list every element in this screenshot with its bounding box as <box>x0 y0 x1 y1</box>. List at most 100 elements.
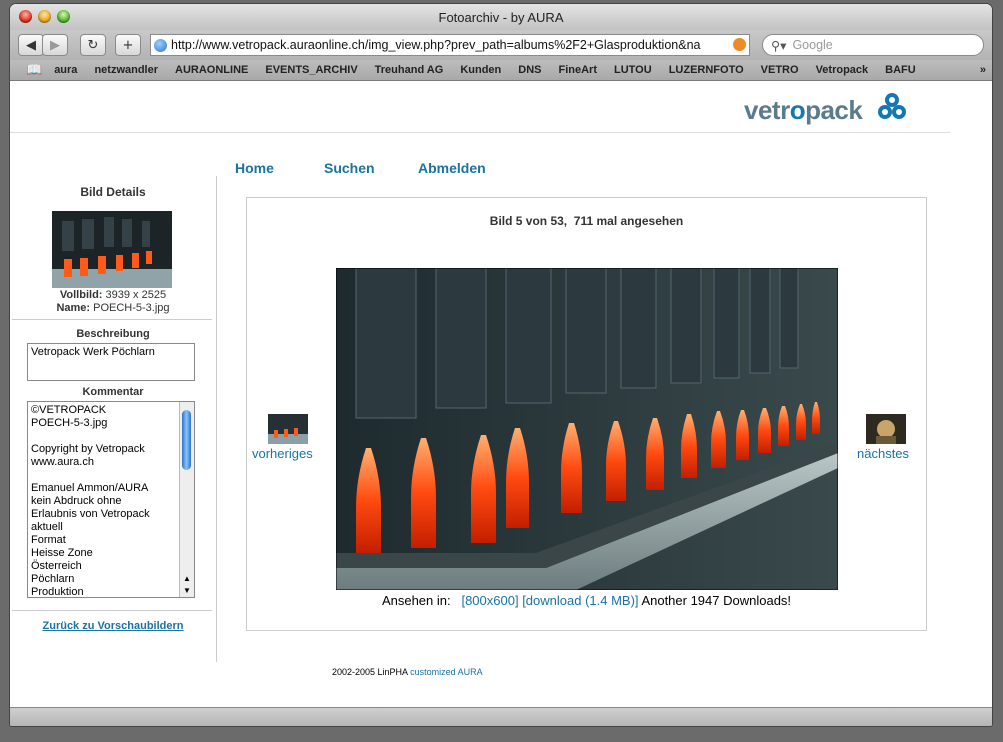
bookmark-item[interactable]: Kunden <box>460 64 501 76</box>
previous-link[interactable]: vorheriges <box>252 446 313 461</box>
back-to-thumbnails-link[interactable]: Zurück zu Vorschaubildern <box>43 620 184 632</box>
comment-line: aktuell <box>31 521 63 533</box>
browser-window: Fotoarchiv - by AURA ◀ ▶ ↻ + http://www.… <box>10 4 992 726</box>
reload-button[interactable]: ↻ <box>80 34 106 56</box>
sidebar-divider <box>12 319 212 320</box>
details-title: Bild Details <box>80 185 146 199</box>
description-text: Vetropack Werk Pöchlarn <box>31 346 155 358</box>
search-placeholder: Google <box>792 38 833 52</box>
bookmark-item[interactable]: LUZERNFOTO <box>669 64 744 76</box>
bookmark-item[interactable]: FineArt <box>559 64 598 76</box>
back-arrow-icon: ◀ <box>26 37 36 53</box>
previous-thumbnail-image <box>268 414 308 444</box>
url-text: http://www.vetropack.auraonline.ch/img_v… <box>171 38 701 52</box>
search-icon: ⚲▾ <box>771 38 787 53</box>
address-bar[interactable]: http://www.vetropack.auraonline.ch/img_v… <box>150 34 750 56</box>
forward-button[interactable]: ▶ <box>42 34 68 56</box>
next-row: nächstes <box>857 446 909 461</box>
comment-line: Format <box>31 534 66 546</box>
footer-link[interactable]: customized AURA <box>410 667 483 677</box>
previous-thumbnail[interactable] <box>268 414 308 444</box>
logo-text-b: o <box>789 95 806 125</box>
next-thumbnail[interactable] <box>866 414 906 444</box>
view-options-row: Ansehen in: [800x600] [download (1.4 MB)… <box>247 593 926 608</box>
comment-line: Emanuel Ammon/AURA <box>31 482 149 494</box>
title-bar: Fotoarchiv - by AURA <box>10 4 992 30</box>
footer-text: 2002-2005 LinPHA <box>332 667 411 677</box>
full-size-value: 3939 x 2525 <box>105 289 167 301</box>
previous-row: vorheriges <box>252 446 313 461</box>
file-name-value: POECH-5-3.jpg <box>93 302 170 314</box>
nav-logout-link[interactable]: Abmelden <box>418 160 486 176</box>
comment-line: Heisse Zone <box>31 547 93 559</box>
bookmark-item[interactable]: AURAONLINE <box>175 64 248 76</box>
thumbnail-image <box>52 211 172 288</box>
bookmark-item[interactable]: Treuhand AG <box>375 64 444 76</box>
vetropack-logo[interactable]: vetropack <box>744 93 906 126</box>
comment-line <box>31 469 191 482</box>
image-viewer-box: Bild 5 von 53, 711 mal angesehen vorheri… <box>246 197 927 631</box>
scrollbar-thumb[interactable] <box>182 410 191 470</box>
bookmark-item[interactable]: DNS <box>518 64 541 76</box>
main-photo-image <box>336 268 838 590</box>
forward-arrow-icon: ▶ <box>50 37 60 53</box>
bookmark-item[interactable]: LUTOU <box>614 64 652 76</box>
detail-thumbnail[interactable] <box>52 211 172 288</box>
comment-line: Copyright by Vetropack <box>31 443 145 455</box>
logo-icon <box>878 93 906 119</box>
details-sidebar: Bild Details Vollbild: 3939 x 2525 Name:… <box>10 176 217 662</box>
comment-line <box>31 430 191 443</box>
next-thumbnail-image <box>866 414 906 444</box>
plus-icon: + <box>122 37 134 53</box>
search-field[interactable]: ⚲▾ Google <box>762 34 984 56</box>
main-photo[interactable] <box>336 268 838 590</box>
comment-scrollbar[interactable]: ▲ ▼ <box>179 402 194 597</box>
comment-line: Erlaubnis von Vetropack <box>31 508 150 520</box>
size-800x600-link[interactable]: [800x600] <box>461 593 518 608</box>
nav-search-link[interactable]: Suchen <box>324 160 375 176</box>
bookmark-item[interactable]: Vetropack <box>816 64 869 76</box>
bookmark-item[interactable]: BAFU <box>885 64 916 76</box>
comment-line: ©VETROPACK <box>31 404 107 416</box>
comment-line: Österreich <box>31 560 82 572</box>
globe-icon <box>154 38 167 52</box>
bookmark-item[interactable]: netzwandler <box>94 64 158 76</box>
rss-icon[interactable] <box>733 38 746 51</box>
page-content: vetropack Home Suchen Abmelden Bild Deta… <box>10 81 992 708</box>
full-size-label: Vollbild: <box>59 289 103 301</box>
bookmark-item[interactable]: VETRO <box>761 64 799 76</box>
bookmark-item[interactable]: EVENTS_ARCHIV <box>265 64 357 76</box>
file-name-row: Name: POECH-5-3.jpg <box>10 302 216 314</box>
comment-line: POECH-5-3.jpg <box>31 417 108 429</box>
image-counter: Bild 5 von 53, 711 mal angesehen <box>489 214 684 228</box>
downloads-count: Another 1947 Downloads! <box>641 593 792 608</box>
scroll-down-icon[interactable]: ▼ <box>183 586 191 595</box>
header-divider <box>10 132 950 133</box>
sidebar-divider <box>12 610 212 611</box>
footer: 2002-2005 LinPHA customized AURA <box>332 667 483 677</box>
comment-line: Produktion <box>31 586 84 598</box>
add-bookmark-button[interactable]: + <box>115 34 141 56</box>
reload-icon: ↻ <box>87 37 99 53</box>
nav-home-link[interactable]: Home <box>235 160 274 176</box>
back-to-thumbnails-row: Zurück zu Vorschaubildern <box>10 620 216 632</box>
book-icon[interactable]: 📖 <box>26 62 42 78</box>
comment-textarea[interactable]: ©VETROPACK POECH-5-3.jpg Copyright by Ve… <box>27 401 195 598</box>
status-bar <box>10 707 992 726</box>
bookmarks-bar: 📖 aura netzwandler AURAONLINE EVENTS_ARC… <box>10 60 992 81</box>
full-size-row: Vollbild: 3939 x 2525 <box>10 289 216 301</box>
next-link[interactable]: nächstes <box>857 446 909 461</box>
view-in-label: Ansehen in: <box>381 593 451 608</box>
description-textarea[interactable]: Vetropack Werk Pöchlarn <box>27 343 195 381</box>
comment-line: Pöchlarn <box>31 573 75 585</box>
window-title: Fotoarchiv - by AURA <box>438 10 564 25</box>
download-link[interactable]: [download (1.4 MB)] <box>522 593 638 608</box>
scroll-up-icon[interactable]: ▲ <box>183 574 191 583</box>
back-button[interactable]: ◀ <box>18 34 44 56</box>
comment-title: Kommentar <box>82 386 144 398</box>
comment-line: www.aura.ch <box>31 456 94 468</box>
file-name-label: Name: <box>56 302 91 314</box>
chevron-right-icon[interactable]: » <box>980 64 986 76</box>
bookmark-item[interactable]: aura <box>54 64 77 76</box>
browser-toolbar: ◀ ▶ ↻ + http://www.vetropack.auraonline.… <box>10 30 992 60</box>
